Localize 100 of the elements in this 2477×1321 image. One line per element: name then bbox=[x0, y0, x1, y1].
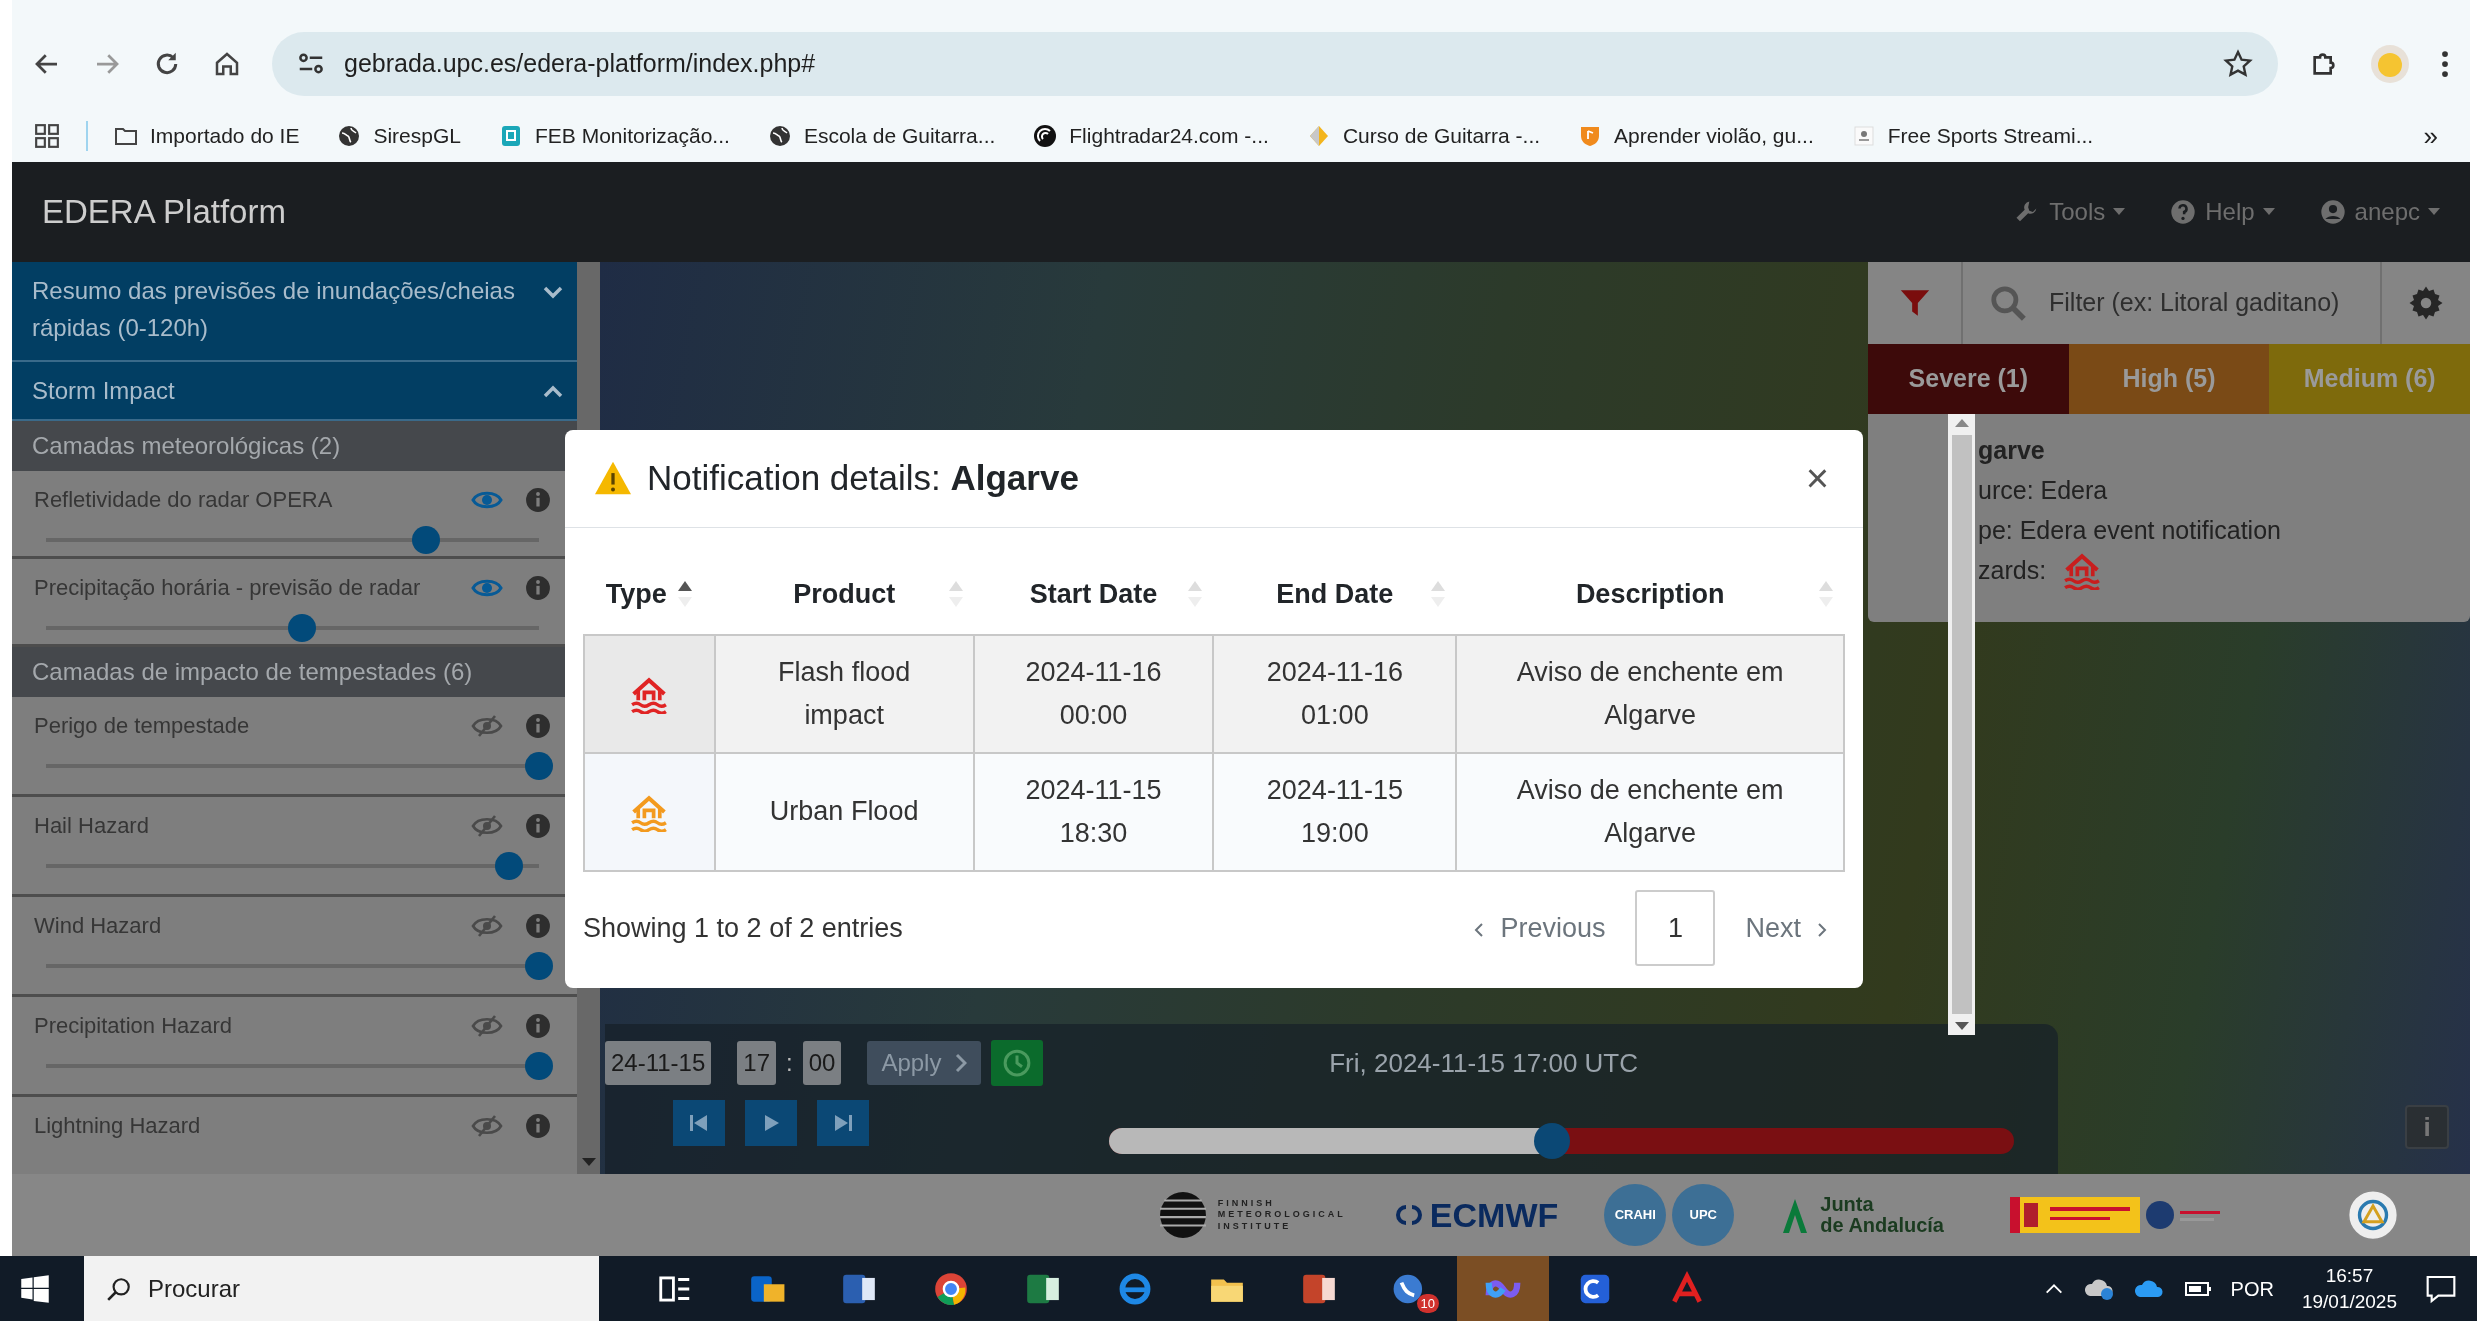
apps-grid-icon[interactable] bbox=[34, 123, 60, 149]
column-header[interactable]: Description bbox=[1466, 573, 1834, 614]
scroll-up-icon bbox=[1954, 418, 1969, 427]
caret-icon bbox=[2262, 208, 2275, 216]
notification-card[interactable]: garve urce: Edera pe: Edera event notification zards: bbox=[1868, 414, 2470, 622]
hour-field[interactable]: 17 bbox=[737, 1041, 776, 1085]
radar-icon bbox=[1033, 124, 1058, 148]
bookmark-link[interactable]: Aprender violão, gu... bbox=[1578, 120, 1814, 152]
bookmark-link[interactable]: Importado do IE bbox=[114, 120, 300, 152]
modal-title: Notification details: Algarve bbox=[647, 457, 1080, 499]
chevron-right-icon bbox=[955, 1053, 968, 1073]
pagination-button[interactable]: Previous bbox=[1456, 897, 1624, 959]
table-info-text: Showing 1 to 2 of 2 entries bbox=[583, 911, 904, 945]
chevron-right-icon bbox=[1817, 921, 1827, 938]
opacity-slider-handle[interactable] bbox=[525, 752, 553, 781]
taskbar-clock[interactable]: 16:57 19/01/2025 bbox=[2301, 1262, 2397, 1315]
settings-icon[interactable] bbox=[2408, 285, 2444, 321]
minute-field[interactable]: 00 bbox=[802, 1041, 842, 1085]
table-cell: 2024-11-15 19:00 bbox=[1213, 753, 1457, 871]
info-icon[interactable] bbox=[525, 812, 551, 839]
star-icon[interactable] bbox=[2222, 48, 2254, 80]
clock-icon[interactable] bbox=[1002, 1048, 1033, 1078]
current-time-label: Fri, 2024-11-15 17:00 UTC bbox=[1329, 1046, 1638, 1080]
date-field[interactable]: 24-11-15 bbox=[605, 1041, 712, 1085]
scroll-down-icon bbox=[1954, 1022, 1969, 1031]
menu-icon[interactable] bbox=[2440, 49, 2450, 79]
logo-badge: CRAHI bbox=[1604, 1184, 1667, 1246]
search-icon bbox=[106, 1275, 132, 1302]
info-icon[interactable] bbox=[525, 1012, 551, 1039]
scrollbar[interactable] bbox=[1948, 414, 1975, 1035]
column-header[interactable]: Type bbox=[605, 573, 693, 614]
filter-input[interactable]: Filter (ex: Litoral gaditano) bbox=[2047, 283, 2380, 323]
eye-slash-icon[interactable] bbox=[471, 813, 503, 838]
layer-group-header: Camadas meteorológicas (2) bbox=[12, 421, 577, 472]
caret-icon bbox=[2428, 208, 2440, 216]
input-language-label[interactable]: POR bbox=[2230, 1273, 2274, 1304]
page-icon bbox=[1851, 124, 1876, 148]
layer-name: Precipitation Hazard bbox=[34, 1012, 234, 1041]
caret-icon bbox=[2113, 208, 2126, 216]
opacity-slider-handle[interactable] bbox=[411, 526, 440, 555]
opacity-slider-handle[interactable] bbox=[495, 852, 524, 881]
notification-count: 10 bbox=[1416, 1293, 1439, 1313]
scroll-down-icon[interactable] bbox=[581, 1158, 596, 1168]
globe-icon bbox=[337, 124, 362, 148]
layer-name: Perigo de tempestade bbox=[34, 712, 251, 741]
table-cell: Urban Flood bbox=[714, 753, 974, 871]
globe-logo-icon bbox=[1157, 1190, 1208, 1240]
help-icon bbox=[2169, 198, 2198, 226]
bookmark-link[interactable]: Flightradar24.com -... bbox=[1033, 120, 1269, 152]
globe-icon bbox=[767, 124, 792, 148]
pagination-button[interactable]: 1 bbox=[1635, 890, 1716, 966]
severity-tab[interactable]: Severe (1) bbox=[1868, 344, 2069, 414]
info-icon[interactable] bbox=[525, 912, 551, 939]
filter-search-field[interactable]: Filter (ex: Litoral gaditano) bbox=[1963, 262, 2382, 344]
logo-text: FINNISH METEOROLOGICAL INSTITUTE bbox=[1217, 1198, 1346, 1232]
taskbar-search-field[interactable]: Procurar bbox=[84, 1256, 599, 1321]
search-icon bbox=[1989, 284, 2027, 322]
close-button[interactable]: × bbox=[1799, 458, 1835, 499]
windows-start-icon[interactable] bbox=[20, 1273, 50, 1304]
opacity-slider-handle[interactable] bbox=[525, 952, 553, 981]
info-icon[interactable] bbox=[525, 712, 551, 739]
column-header[interactable]: Product bbox=[724, 573, 964, 614]
bookmarks-overflow-button[interactable]: » bbox=[2423, 116, 2448, 156]
bookmark-link[interactable]: Escola de Guitarra... bbox=[767, 120, 996, 152]
info-icon[interactable] bbox=[525, 486, 551, 513]
accordion-header[interactable]: Storm Impact bbox=[12, 362, 577, 422]
user-icon bbox=[2318, 198, 2347, 226]
card-line: pe: Edera event notification bbox=[1978, 515, 2282, 546]
pagination-button[interactable]: Next bbox=[1727, 897, 1845, 959]
notification-center-icon[interactable] bbox=[2425, 1273, 2457, 1304]
logo-badge: UPC bbox=[1672, 1184, 1735, 1246]
card-line: urce: Edera bbox=[1978, 475, 2109, 506]
bookmark-link[interactable]: Curso de Guitarra -... bbox=[1306, 120, 1541, 152]
layer-name: Precipitação horária - previsão de radar bbox=[34, 574, 422, 603]
bookmark-link[interactable]: Free Sports Streami... bbox=[1851, 120, 2094, 152]
info-icon[interactable] bbox=[525, 1112, 551, 1139]
eye-slash-icon[interactable] bbox=[471, 1113, 503, 1138]
eye-slash-icon[interactable] bbox=[471, 713, 503, 738]
eye-slash-icon[interactable] bbox=[471, 1013, 503, 1038]
info-icon[interactable] bbox=[525, 574, 551, 601]
opacity-slider-handle[interactable] bbox=[288, 614, 317, 643]
app-brand[interactable]: EDERA Platform bbox=[42, 187, 286, 237]
layer-name: Refletividade do radar OPERA bbox=[34, 486, 334, 515]
logo-text: Junta de Andalucía bbox=[1820, 1194, 1944, 1236]
time-separator: : bbox=[786, 1048, 793, 1078]
layer-name: Lightning Hazard bbox=[34, 1112, 202, 1141]
card-title: garve bbox=[1978, 435, 2046, 466]
bookmark-link[interactable]: FEB Monitorização... bbox=[498, 120, 730, 152]
layer-name: Hail Hazard bbox=[34, 812, 150, 841]
warning-icon bbox=[593, 460, 633, 497]
column-header[interactable]: End Date bbox=[1223, 573, 1447, 614]
bookmark-link[interactable]: SirespGL bbox=[337, 120, 461, 152]
accordion-header[interactable]: Resumo das previsões de inundações/cheias rápidas (0-120h) bbox=[12, 262, 577, 362]
layer-name: Wind Hazard bbox=[34, 912, 163, 941]
column-header[interactable]: Start Date bbox=[983, 573, 1204, 614]
table-cell: Aviso de enchente em Algarve bbox=[1456, 753, 1844, 871]
eye-slash-icon[interactable] bbox=[471, 913, 503, 938]
opacity-slider-handle[interactable] bbox=[525, 1052, 553, 1081]
logo-text: ECMWF bbox=[1429, 1194, 1559, 1236]
seal-logo-icon bbox=[2346, 1188, 2400, 1242]
